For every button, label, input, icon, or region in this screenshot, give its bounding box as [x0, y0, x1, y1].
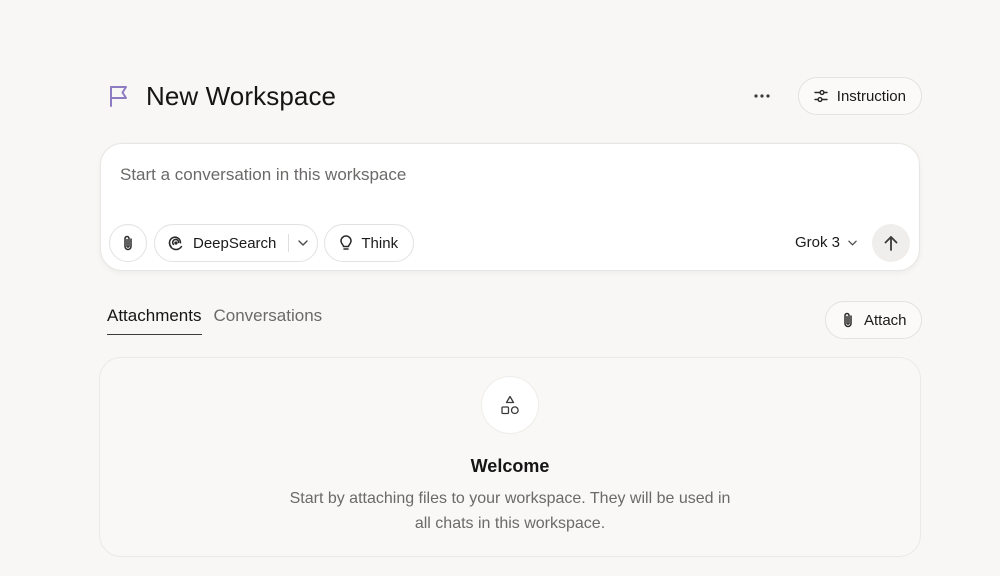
workspace-header: New Workspace Instruction	[100, 74, 922, 118]
shapes-icon	[499, 394, 521, 416]
chevron-down-icon	[298, 240, 309, 246]
workspace-page: New Workspace Instruction Start a conver…	[0, 0, 1000, 576]
attach-button[interactable]: Attach	[825, 301, 922, 339]
tab-conversations[interactable]: Conversations	[214, 306, 323, 335]
deepsearch-button[interactable]: DeepSearch	[154, 224, 319, 262]
model-select[interactable]: Grok 3	[795, 234, 857, 251]
more-options-button[interactable]	[746, 80, 778, 112]
arrow-up-icon	[884, 235, 898, 251]
think-label: Think	[361, 234, 399, 252]
deepsearch-label: DeepSearch	[193, 234, 277, 252]
page-title: New Workspace	[146, 80, 337, 111]
model-label: Grok 3	[794, 234, 840, 251]
more-horizontal-icon	[754, 94, 770, 98]
send-button[interactable]	[872, 224, 910, 262]
chevron-down-icon	[848, 240, 857, 246]
welcome-card: Welcome Start by attaching files to your…	[99, 357, 921, 557]
deepsearch-dropdown-button[interactable]	[289, 225, 317, 261]
lightbulb-icon	[338, 234, 354, 252]
welcome-title: Welcome	[470, 456, 550, 476]
instruction-label: Instruction	[836, 87, 906, 105]
tab-attachments[interactable]: Attachments	[107, 306, 202, 335]
paperclip-icon	[840, 311, 856, 329]
composer-tools: DeepSearch Think	[109, 224, 415, 262]
attach-file-button[interactable]	[109, 224, 147, 262]
welcome-icon-circle	[481, 376, 539, 434]
deepsearch-icon	[167, 234, 185, 252]
instruction-button[interactable]: Instruction	[797, 77, 922, 115]
welcome-description: Start by attaching files to your workspa…	[289, 490, 731, 532]
composer: DeepSearch Think	[100, 143, 920, 271]
flag-icon	[106, 83, 132, 109]
sliders-icon	[813, 88, 829, 104]
attach-label: Attach	[864, 311, 907, 329]
paperclip-icon	[120, 234, 136, 252]
conversation-input[interactable]	[120, 162, 880, 188]
think-button[interactable]: Think	[324, 224, 415, 262]
workspace-tabs: Attachments Conversations	[107, 306, 322, 335]
